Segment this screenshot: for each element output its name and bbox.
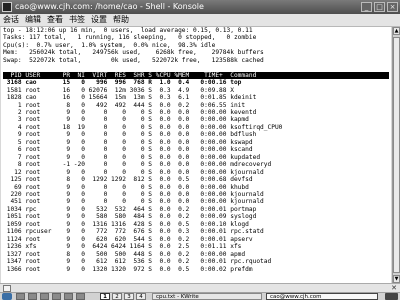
desktop-pager-1[interactable]: 1 bbox=[100, 293, 110, 300]
process-row: 2 root 9 0 0 0 0 S 0.0 0.0 0:00.00 keven… bbox=[3, 108, 257, 116]
menu-help[interactable]: 帮助 bbox=[110, 14, 132, 26]
process-row: 9 root 9 0 0 0 0 S 0.0 0.0 0:00.00 bdflu… bbox=[3, 131, 257, 139]
process-row: 1327 root 8 0 500 500 448 S 0.0 0.2 0:00… bbox=[3, 250, 246, 258]
launcher-icon[interactable] bbox=[64, 293, 73, 300]
minimize-button[interactable]: _ bbox=[361, 2, 372, 12]
process-row: 3168 cao 15 0 996 996 768 R 1.0 0.4 0:00… bbox=[3, 79, 242, 87]
process-row: 451 root 9 0 0 0 0 S 0.0 0.0 0:00.00 kjo… bbox=[3, 198, 264, 206]
scroll-up-icon[interactable]: ▲ bbox=[393, 27, 400, 35]
process-table-header: PID USER PR NI VIRT RES SHR S %CPU %MEM … bbox=[3, 71, 389, 80]
launcher-icon[interactable] bbox=[76, 293, 85, 300]
konsole-app-icon[interactable] bbox=[2, 2, 12, 12]
top-mem-line: Mem: 256024k total, 249756k used, 6268k … bbox=[3, 49, 264, 57]
taskbar-task-konsole[interactable]: cao@www.cjh.com bbox=[266, 293, 378, 300]
top-swap-line: Swap: 522072k total, 0k used, 522072k fr… bbox=[3, 56, 264, 64]
menu-bookmarks[interactable]: 书签 bbox=[66, 14, 88, 26]
taskbar: 1 2 3 4 cpu.txt - KWrite cao@www.cjh.com bbox=[0, 292, 400, 300]
desktop-pager-3[interactable]: 3 bbox=[124, 293, 134, 300]
top-tasks-line: Tasks: 117 total, 1 running, 116 sleepin… bbox=[3, 34, 257, 42]
scroll-down-icon[interactable]: ▼ bbox=[393, 275, 400, 283]
clock-icon[interactable] bbox=[385, 293, 398, 300]
process-row: 1106 rpcuser 9 0 772 772 676 S 0.0 0.3 0… bbox=[3, 228, 264, 236]
menu-bar: 会话 编辑 查看 书签 设置 帮助 bbox=[0, 14, 400, 27]
process-row: 1 root 8 0 492 492 444 S 0.0 0.2 0:06.55… bbox=[3, 101, 246, 109]
menu-edit[interactable]: 编辑 bbox=[22, 14, 44, 26]
process-row: 1059 root 9 0 1316 1316 428 S 0.0 0.5 0:… bbox=[3, 220, 249, 228]
process-row: 1034 rpc 9 0 532 532 464 S 0.0 0.2 0:00.… bbox=[3, 205, 257, 213]
terminal-output[interactable]: top - 18:12:06 up 16 min, 0 users, load … bbox=[1, 27, 391, 283]
window-title: cao@www.cjh.com: /home/cao - Shell - Kon… bbox=[15, 2, 204, 11]
close-session-icon[interactable]: ✕ bbox=[390, 285, 398, 292]
process-table-header-row: PID USER PR NI VIRT RES SHR S %CPU %MEM … bbox=[1, 71, 391, 80]
taskbar-task-kwrite[interactable]: cpu.txt - KWrite bbox=[152, 293, 262, 300]
menu-view[interactable]: 查看 bbox=[44, 14, 66, 26]
process-table-body: 3168 cao 15 0 996 996 768 R 1.0 0.4 0:00… bbox=[1, 79, 391, 273]
launcher-icon[interactable] bbox=[28, 293, 37, 300]
blank-line bbox=[1, 64, 391, 71]
vertical-scrollbar[interactable]: ▲ ▼ bbox=[392, 27, 400, 283]
process-row: 1366 root 9 0 1320 1320 972 S 0.0 0.5 0:… bbox=[3, 265, 253, 273]
process-row: 1347 root 9 0 612 612 536 S 0.0 0.2 0:00… bbox=[3, 258, 272, 266]
top-cpu-line: Cpu(s): 0.7% user, 1.0% system, 0.0% nic… bbox=[3, 41, 216, 49]
process-row: 1051 root 9 0 580 580 484 S 0.0 0.2 0:00… bbox=[3, 213, 257, 221]
desktop-pager-4[interactable]: 4 bbox=[136, 293, 146, 300]
process-row: 5 root 9 0 0 0 0 S 0.0 0.0 0:00.00 kswap… bbox=[3, 138, 253, 146]
process-row: 125 root 8 0 1292 1292 812 S 0.0 0.5 0:0… bbox=[3, 176, 253, 184]
launcher-icon[interactable] bbox=[16, 293, 25, 300]
process-row: 6 root 9 0 0 0 0 S 0.0 0.0 0:00.00 kscan… bbox=[3, 146, 253, 154]
start-menu-icon[interactable] bbox=[2, 293, 12, 300]
process-row: 220 root 9 0 0 0 0 S 0.0 0.0 0:00.00 kjo… bbox=[3, 190, 264, 198]
process-row: 1828 cao 16 0 15664 15m 13m S 0.3 6.1 0:… bbox=[3, 94, 257, 102]
process-row: 1581 root 16 0 62076 12m 3036 S 0.3 4.9 … bbox=[3, 86, 234, 94]
launcher-icon[interactable] bbox=[40, 293, 49, 300]
top-summary-line: top - 18:12:06 up 16 min, 0 users, load … bbox=[3, 27, 253, 34]
process-row: 8 root -1 -20 0 0 0 S 0.0 0.0 0:00.00 md… bbox=[3, 161, 272, 169]
konsole-window: cao@www.cjh.com: /home/cao - Shell - Kon… bbox=[0, 0, 400, 300]
close-button[interactable]: × bbox=[387, 2, 398, 12]
process-row: 7 root 9 0 0 0 0 S 0.0 0.0 0:00.00 kupda… bbox=[3, 153, 261, 161]
process-row: 12 root 9 0 0 0 0 S 0.0 0.0 0:00.00 kjou… bbox=[3, 168, 264, 176]
process-row: 3 root 9 0 0 0 0 S 0.0 0.0 0:00.00 kapmd bbox=[3, 116, 249, 124]
desktop-pager-2[interactable]: 2 bbox=[112, 293, 122, 300]
maximize-button[interactable]: □ bbox=[374, 2, 385, 12]
menu-session[interactable]: 会话 bbox=[0, 14, 22, 26]
process-row: 69 root 9 0 0 0 0 S 0.0 0.0 0:00.00 khub… bbox=[3, 183, 249, 191]
scrollbar-thumb[interactable] bbox=[393, 37, 400, 273]
process-row: 1236 xfs 9 0 6424 6424 1164 S 0.0 2.5 0:… bbox=[3, 243, 242, 251]
launcher-icon[interactable] bbox=[52, 293, 61, 300]
process-row: 1124 root 9 0 620 620 544 S 0.0 0.2 0:00… bbox=[3, 235, 253, 243]
title-bar[interactable]: cao@www.cjh.com: /home/cao - Shell - Kon… bbox=[0, 0, 400, 14]
menu-settings[interactable]: 设置 bbox=[88, 14, 110, 26]
new-session-icon[interactable] bbox=[3, 285, 11, 292]
process-row: 4 root 18 19 0 0 0 S 0.0 0.0 0:00.00 kso… bbox=[3, 123, 283, 131]
